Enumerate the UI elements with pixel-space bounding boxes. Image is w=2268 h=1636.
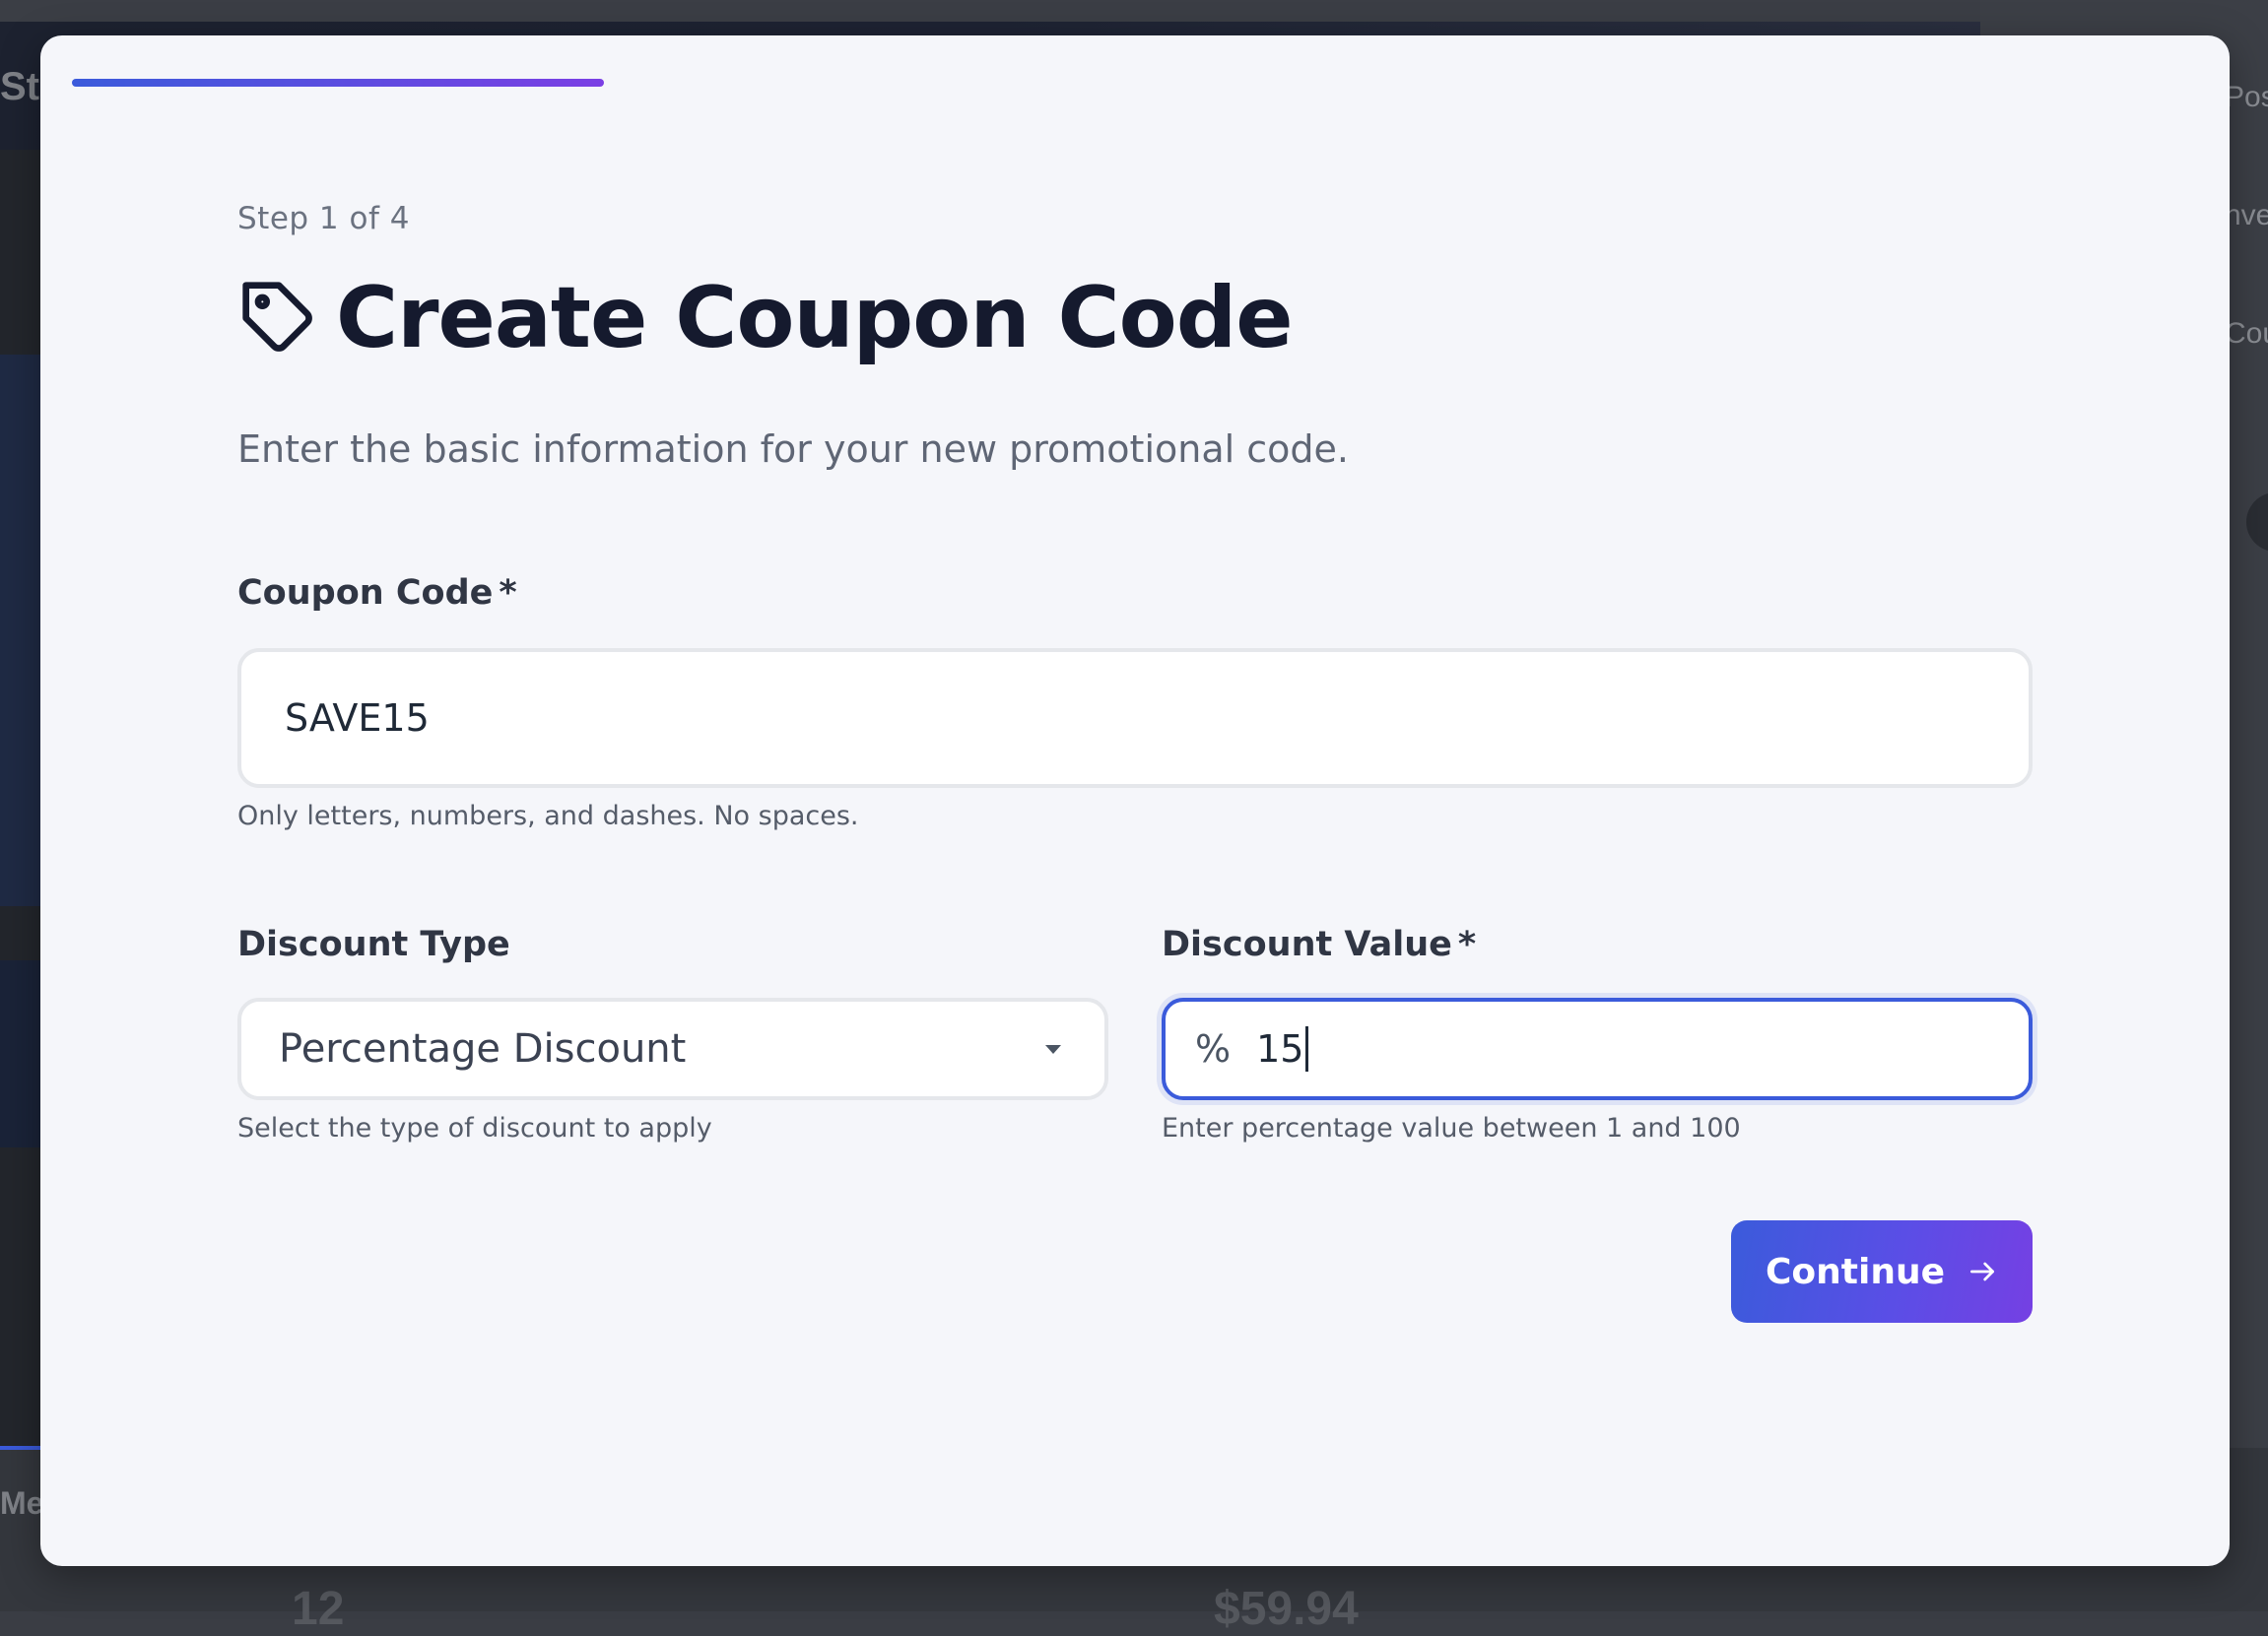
- discount-type-selected-value: Percentage Discount: [279, 1026, 687, 1072]
- discount-type-label-text: Discount Type: [237, 925, 510, 964]
- percent-prefix: %: [1195, 1027, 1232, 1071]
- coupon-code-value: SAVE15: [285, 696, 430, 740]
- coupon-code-label: Coupon Code *: [237, 573, 517, 613]
- chevron-down-icon: [1045, 1045, 1061, 1054]
- background-stat-value: $59.94: [1214, 1583, 1359, 1635]
- wizard-progress-fill: [72, 79, 604, 87]
- step-indicator: Step 1 of 4: [237, 201, 410, 236]
- coupon-code-helper: Only letters, numbers, and dashes. No sp…: [237, 801, 859, 831]
- discount-value-label-text: Discount Value: [1162, 925, 1452, 964]
- wizard-progress-bar: [72, 79, 604, 87]
- create-coupon-modal: Step 1 of 4 Create Coupon Code Enter the…: [40, 35, 2230, 1566]
- discount-type-select[interactable]: Percentage Discount: [237, 998, 1108, 1100]
- coupon-code-label-text: Coupon Code: [237, 573, 494, 613]
- background-left-banner-secondary: [0, 960, 41, 1147]
- discount-type-label: Discount Type: [237, 925, 510, 964]
- required-mark: *: [1457, 925, 1477, 964]
- page-subtitle: Enter the basic information for your new…: [237, 427, 1349, 471]
- background-stat-value: 12: [292, 1583, 345, 1635]
- text-cursor: [1305, 1026, 1309, 1072]
- discount-value-text: 15: [1256, 1027, 1304, 1071]
- page-title: Create Coupon Code: [336, 269, 1294, 367]
- continue-button-label: Continue: [1765, 1251, 1945, 1292]
- tag-icon: [237, 277, 320, 360]
- background-right-text: Pos: [2225, 81, 2268, 113]
- discount-value-helper: Enter percentage value between 1 and 100: [1162, 1113, 1741, 1144]
- background-top-strip: [0, 0, 2268, 22]
- discount-value-label: Discount Value *: [1162, 925, 1476, 964]
- background-active-tab-indicator: [0, 1446, 41, 1450]
- title-row: Create Coupon Code: [237, 264, 1294, 372]
- background-right-text: nve: [2225, 199, 2268, 231]
- required-mark: *: [499, 573, 517, 613]
- background-left-banner: [0, 355, 41, 906]
- continue-button[interactable]: Continue: [1731, 1220, 2033, 1323]
- background-right-text: Cou: [2225, 317, 2268, 350]
- discount-type-helper: Select the type of discount to apply: [237, 1113, 712, 1144]
- discount-value-input[interactable]: % 15: [1162, 998, 2033, 1100]
- coupon-code-input[interactable]: SAVE15: [237, 648, 2033, 788]
- arrow-right-icon: [1967, 1256, 1998, 1287]
